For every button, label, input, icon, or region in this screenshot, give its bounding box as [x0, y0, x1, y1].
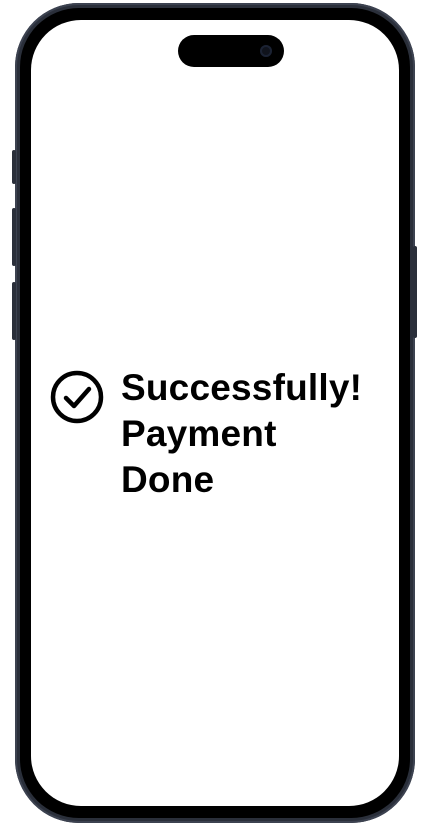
success-line-3: Done	[121, 459, 215, 500]
success-text: Successfully! Payment Done	[121, 365, 362, 503]
phone-bezel: Successfully! Payment Done	[20, 8, 410, 818]
dynamic-island	[178, 35, 284, 67]
action-button[interactable]	[12, 150, 16, 184]
success-line-2: Payment	[121, 413, 277, 454]
phone-screen: Successfully! Payment Done	[31, 20, 399, 806]
success-line-1: Successfully!	[121, 367, 363, 408]
front-camera	[260, 45, 272, 57]
volume-up-button[interactable]	[12, 208, 16, 266]
check-circle-icon	[50, 370, 104, 424]
payment-success-message: Successfully! Payment Done	[49, 365, 362, 503]
power-button[interactable]	[413, 246, 417, 338]
phone-frame: Successfully! Payment Done	[15, 3, 415, 823]
volume-down-button[interactable]	[12, 282, 16, 340]
